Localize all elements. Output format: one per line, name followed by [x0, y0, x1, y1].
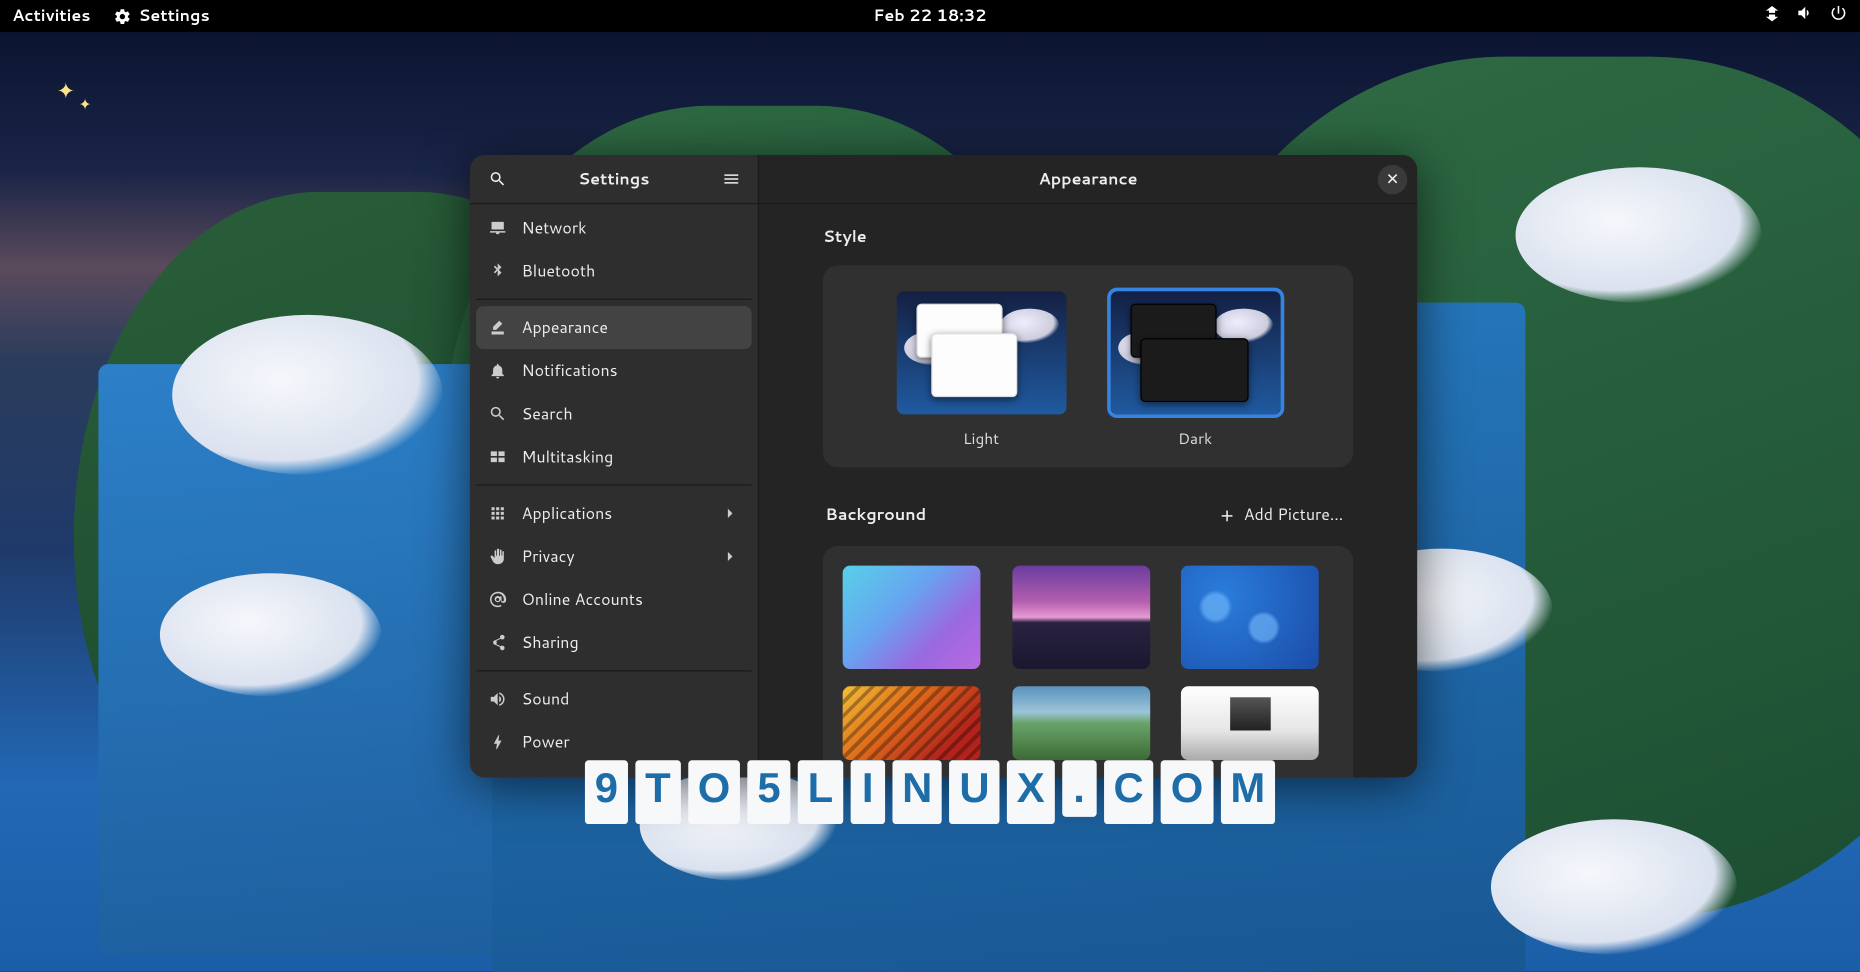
sidebar-item-applications[interactable]: Applications	[476, 492, 752, 535]
brush-icon	[488, 319, 506, 337]
app-menu[interactable]: Settings	[113, 5, 210, 27]
sidebar-item-multitasking[interactable]: Multitasking	[476, 435, 752, 478]
search-icon	[488, 405, 506, 423]
style-option-dark[interactable]: Dark	[1107, 288, 1284, 450]
share-icon	[488, 634, 506, 652]
sidebar-item-label: Bluetooth	[522, 260, 596, 282]
sidebar-item-label: Sharing	[522, 632, 579, 654]
monitor-icon	[488, 219, 506, 237]
display-icon	[488, 776, 506, 777]
sidebar-item-label: Displays	[522, 774, 585, 777]
add-picture-label: Add Picture…	[1244, 504, 1344, 526]
sidebar-search-button[interactable]	[480, 162, 514, 196]
hand-icon	[488, 547, 506, 565]
sidebar-item-bluetooth[interactable]: Bluetooth	[476, 250, 752, 293]
background-grid	[823, 546, 1353, 777]
sidebar-title: Settings	[578, 168, 649, 190]
sidebar-item-sound[interactable]: Sound	[476, 678, 752, 721]
sidebar-item-label: Appearance	[522, 317, 608, 339]
bell-icon	[488, 362, 506, 380]
chevron-right-icon	[721, 547, 739, 565]
app-menu-label: Settings	[138, 5, 209, 27]
volume-indicator-icon[interactable]	[1796, 4, 1814, 29]
background-thumb[interactable]	[843, 566, 981, 669]
sound-icon	[488, 690, 506, 708]
sidebar-item-network[interactable]: Network	[476, 207, 752, 250]
sidebar-item-label: Privacy	[522, 546, 575, 568]
settings-window: Settings Network Bluetooth Appearance Notif…	[470, 155, 1417, 777]
network-indicator-icon[interactable]	[1763, 4, 1781, 29]
background-thumb[interactable]	[1012, 686, 1150, 760]
sidebar-item-label: Online Accounts	[522, 589, 643, 611]
background-thumb[interactable]	[1012, 566, 1150, 669]
watermark: 9TO5LINUX.COM	[585, 760, 1275, 824]
activities-button[interactable]: Activities	[12, 5, 90, 27]
grid-icon	[488, 504, 506, 522]
power-indicator-icon[interactable]	[1829, 4, 1847, 29]
chevron-right-icon	[721, 504, 739, 522]
sidebar-item-label: Sound	[522, 688, 570, 710]
sidebar-item-privacy[interactable]: Privacy	[476, 535, 752, 578]
bluetooth-icon	[488, 262, 506, 280]
background-section-title: Background	[825, 504, 926, 526]
settings-sidebar: Settings Network Bluetooth Appearance Notif…	[470, 155, 759, 777]
sidebar-item-label: Multitasking	[522, 446, 614, 468]
style-option-light[interactable]: Light	[892, 288, 1069, 450]
at-icon	[488, 590, 506, 608]
power-icon	[488, 733, 506, 751]
style-label-dark: Dark	[1178, 428, 1212, 450]
sidebar-item-label: Search	[522, 403, 573, 425]
add-picture-button[interactable]: Add Picture…	[1210, 499, 1350, 531]
settings-content: Appearance ✕ Style Light Dark Background	[759, 155, 1417, 777]
background-thumb[interactable]	[1181, 566, 1319, 669]
style-section-title: Style	[823, 226, 1353, 248]
page-title: Appearance	[1039, 168, 1138, 190]
multitask-icon	[488, 448, 506, 466]
style-label-light: Light	[963, 428, 999, 450]
sidebar-item-label: Applications	[522, 503, 613, 525]
sidebar-item-notifications[interactable]: Notifications	[476, 349, 752, 392]
sidebar-item-appearance[interactable]: Appearance	[476, 306, 752, 349]
sidebar-menu-button[interactable]	[713, 162, 747, 196]
sidebar-item-search[interactable]: Search	[476, 392, 752, 435]
sidebar-item-label: Notifications	[522, 360, 618, 382]
background-thumb[interactable]	[843, 686, 981, 760]
sidebar-item-label: Network	[522, 217, 587, 239]
sidebar-item-online-accounts[interactable]: Online Accounts	[476, 578, 752, 621]
close-button[interactable]: ✕	[1378, 164, 1408, 194]
background-thumb[interactable]	[1181, 686, 1319, 760]
sidebar-item-sharing[interactable]: Sharing	[476, 621, 752, 664]
top-bar: Activities Settings Feb 22 18:32	[0, 0, 1860, 32]
style-card: Light Dark	[823, 266, 1353, 468]
sidebar-item-label: Power	[522, 731, 570, 753]
clock[interactable]: Feb 22 18:32	[873, 5, 986, 27]
sidebar-item-power[interactable]: Power	[476, 721, 752, 764]
